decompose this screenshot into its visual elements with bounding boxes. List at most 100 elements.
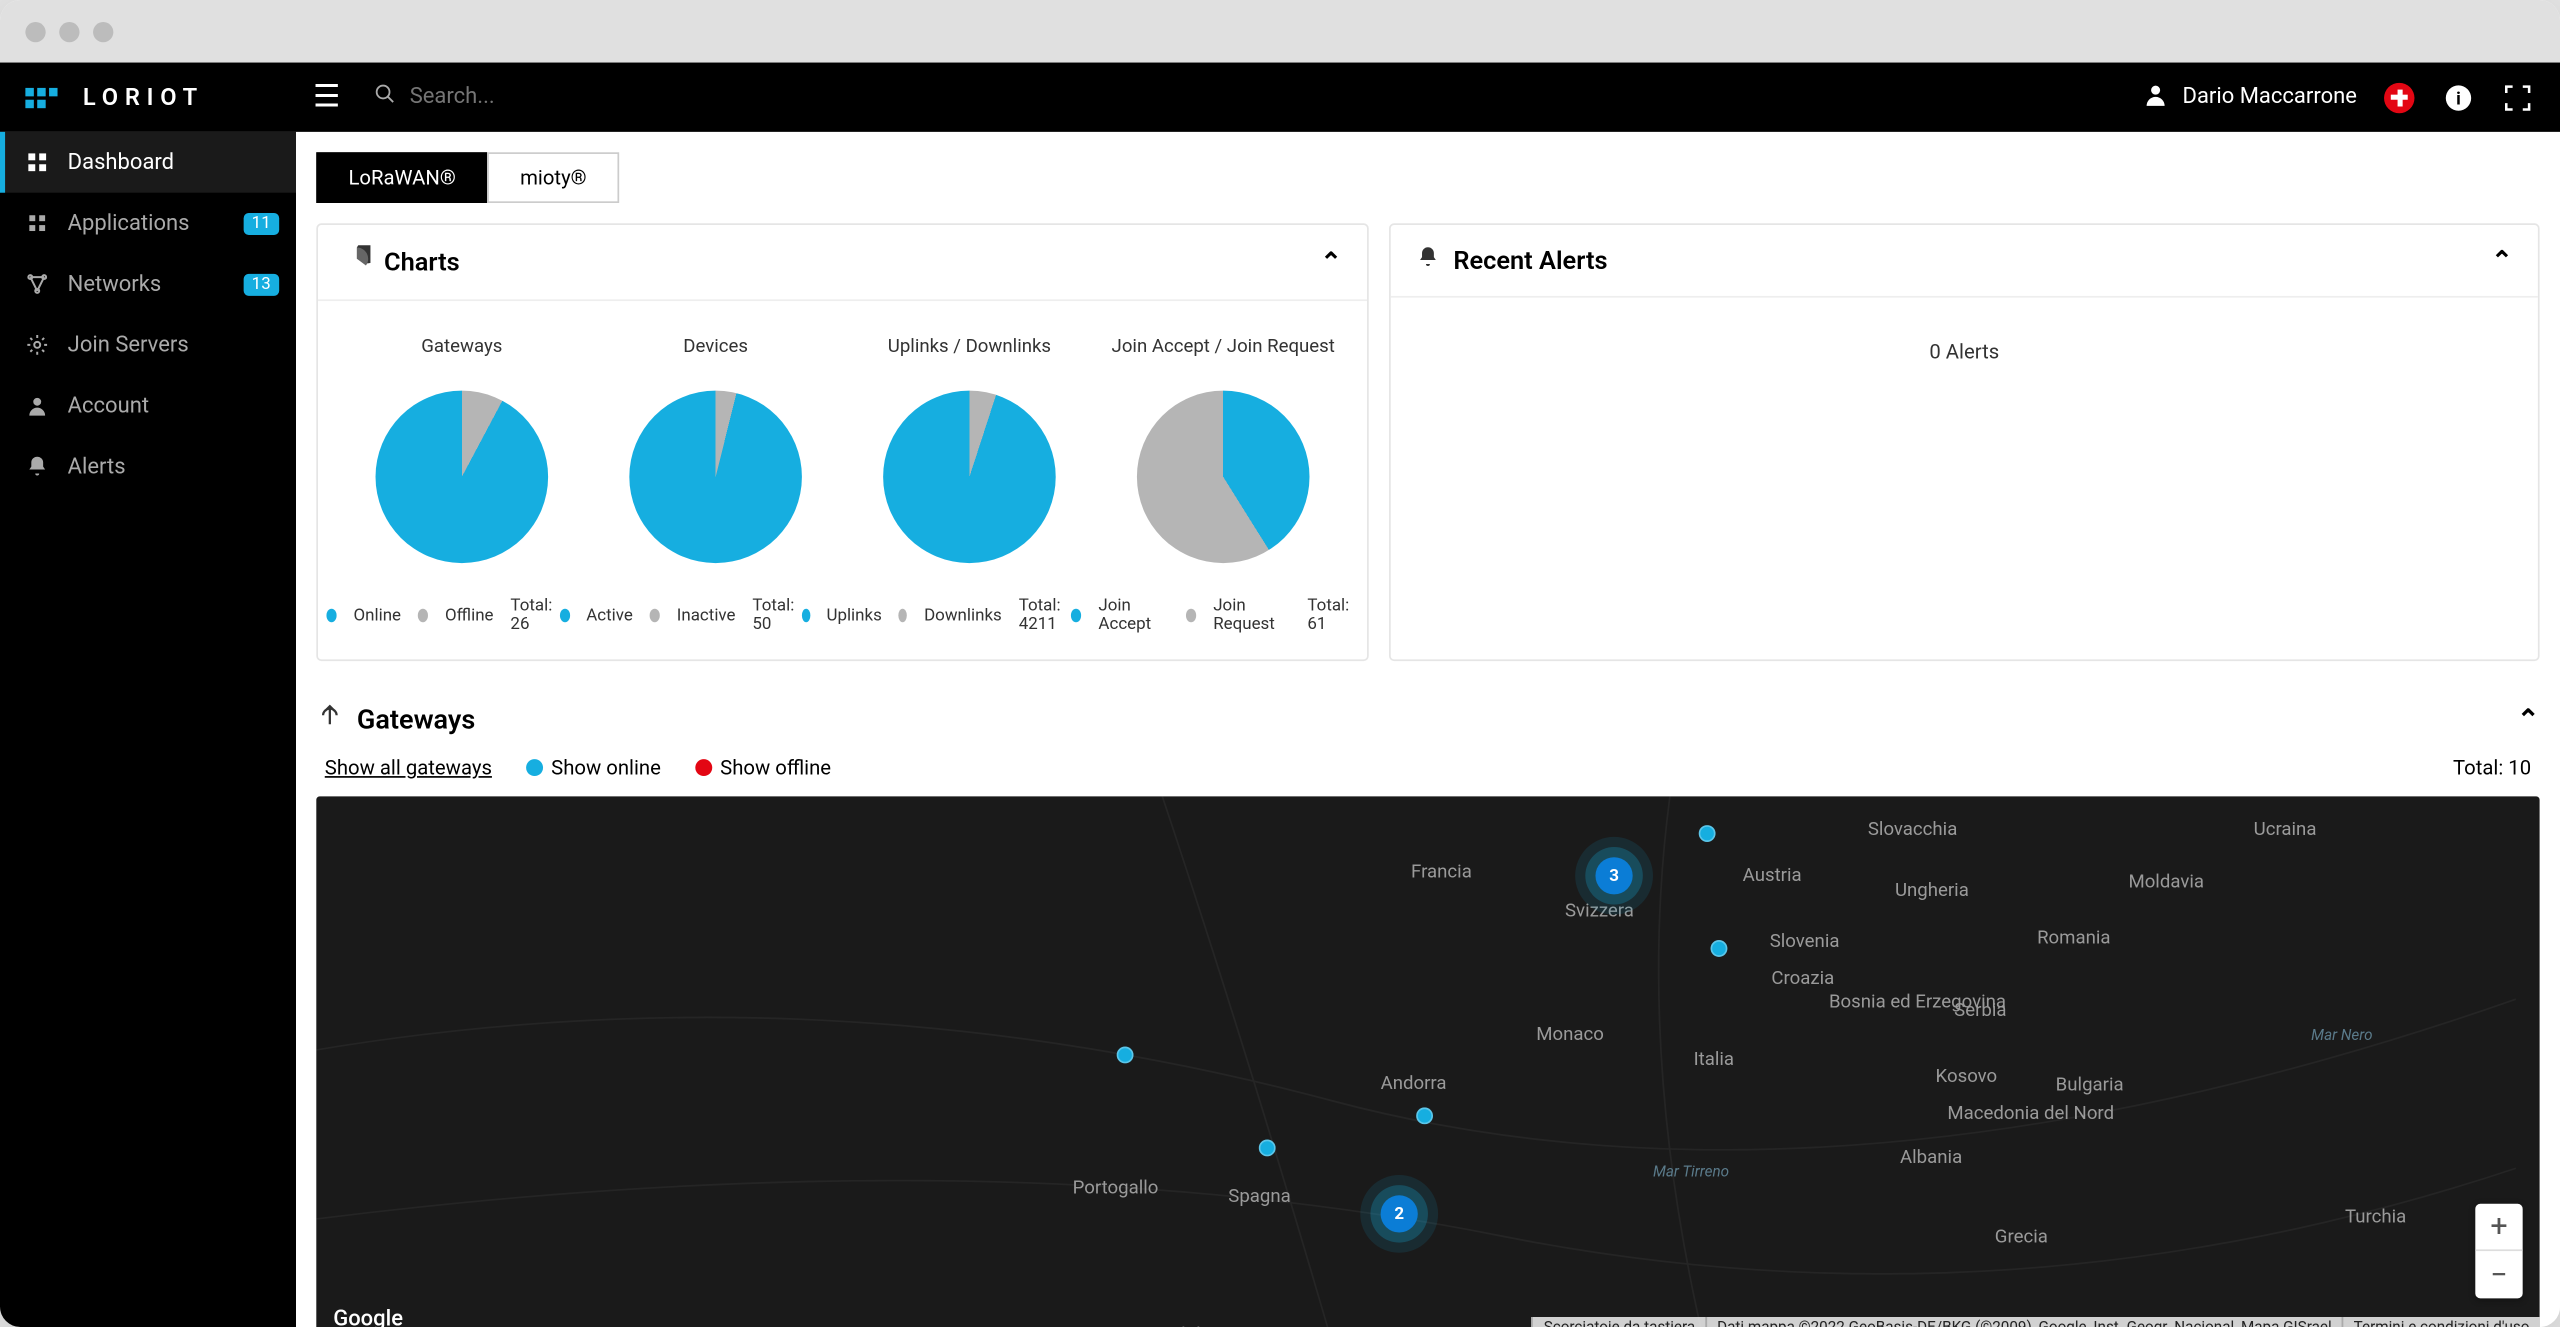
gateway-cluster[interactable]: 3 — [1596, 857, 1633, 894]
bell-icon — [24, 453, 51, 480]
chart-title: Devices — [589, 335, 843, 357]
panel-title: Charts — [384, 247, 460, 277]
sidebar-item-label: Alerts — [68, 454, 126, 479]
zoom-in-button[interactable]: + — [2475, 1204, 2522, 1251]
sidebar-item-label: Applications — [68, 210, 190, 235]
country-label: Bosnia ed Erzegovina — [1829, 991, 1947, 1013]
country-label: Italia — [1694, 1048, 1734, 1070]
sidebar-item-applications[interactable]: Applications 11 — [0, 193, 296, 254]
country-label: Austria — [1743, 864, 1802, 886]
gateways-panel: Gateways ⌃ Show all gateways Show online… — [316, 681, 2539, 1327]
country-label: Andorra — [1381, 1072, 1447, 1094]
country-label: Bulgaria — [2056, 1073, 2124, 1095]
collapse-icon[interactable]: ⌃ — [1320, 247, 1341, 277]
collapse-icon[interactable]: ⌃ — [2491, 245, 2512, 275]
collapse-icon[interactable]: ⌃ — [2517, 702, 2540, 734]
user-name: Dario Maccarrone — [2183, 85, 2357, 110]
country-label: Svizzera — [1565, 899, 1634, 921]
traffic-close[interactable] — [25, 21, 45, 41]
gateway-marker[interactable] — [1259, 1139, 1276, 1156]
chart-title: Uplinks / Downlinks — [843, 335, 1097, 357]
country-label: Macedonia del Nord — [1947, 1102, 2065, 1124]
chart-title: Gateways — [335, 335, 589, 357]
gateway-marker[interactable] — [1117, 1046, 1134, 1063]
panel-title: Recent Alerts — [1453, 245, 1607, 275]
antenna-icon — [316, 702, 343, 736]
join-pie — [1137, 390, 1310, 562]
country-label: Ungheria — [1895, 879, 1969, 901]
main-content: LoRaWAN® mioty® Charts ⌃ Gateways — [296, 132, 2560, 1327]
menu-toggle-icon[interactable]: ☰ — [313, 79, 340, 114]
legend-devices: Active Inactive Total: 50 — [559, 597, 801, 634]
dashboard-icon — [24, 149, 51, 176]
titlebar — [0, 0, 2560, 63]
country-label: Slovacchia — [1868, 818, 1957, 840]
country-label: Monaco — [1536, 1023, 1604, 1045]
chart-title: Join Accept / Join Request — [1096, 335, 1350, 357]
badge: 11 — [243, 212, 279, 234]
networks-icon — [24, 270, 51, 297]
sidebar-item-alerts[interactable]: Alerts — [0, 436, 296, 497]
logo[interactable]: LORIOT — [25, 80, 296, 114]
traffic-max[interactable] — [93, 21, 113, 41]
sidebar-item-networks[interactable]: Networks 13 — [0, 254, 296, 315]
search-input[interactable] — [410, 85, 748, 110]
gateway-cluster[interactable]: 2 — [1381, 1195, 1418, 1232]
badge: 13 — [243, 273, 279, 295]
joinservers-icon — [24, 331, 51, 358]
legend-uplinks: Uplinks Downlinks Total: 4211 — [801, 597, 1071, 634]
flag-icon[interactable] — [2382, 80, 2416, 114]
sidebar-item-dashboard[interactable]: Dashboard — [0, 132, 296, 193]
piechart-icon — [343, 245, 370, 279]
show-online-filter[interactable]: Show online — [526, 756, 661, 780]
protocol-tabs: LoRaWAN® mioty® — [296, 132, 2560, 203]
sidebar-item-label: Dashboard — [68, 150, 174, 175]
sidebar-item-joinservers[interactable]: Join Servers — [0, 314, 296, 375]
zoom-control: + − — [2475, 1204, 2522, 1299]
search-area[interactable] — [374, 83, 748, 112]
country-label: Serbia — [1954, 999, 2006, 1021]
map-credit: Google — [333, 1307, 403, 1327]
sidebar-item-label: Join Servers — [68, 332, 189, 357]
info-icon[interactable]: i — [2442, 80, 2476, 114]
topbar: LORIOT ☰ Dario Maccarrone i — [0, 63, 2560, 132]
sidebar-item-label: Networks — [68, 271, 162, 296]
tab-lorawan[interactable]: LoRaWAN® — [316, 152, 488, 203]
gateway-marker[interactable] — [1711, 940, 1728, 957]
country-label: Moldavia — [2129, 871, 2205, 893]
country-label: Croazia — [1772, 967, 1835, 989]
country-label: Francia — [1411, 860, 1472, 882]
panel-title: Gateways — [357, 702, 475, 734]
tab-mioty[interactable]: mioty® — [488, 152, 619, 203]
country-label: Albania — [1900, 1146, 1962, 1168]
sidebar: Dashboard Applications 11 Networks 13 Jo… — [0, 132, 296, 1327]
sidebar-item-label: Account — [68, 393, 149, 418]
sidebar-item-account[interactable]: Account — [0, 375, 296, 436]
gateways-total: Total: 10 — [2453, 756, 2531, 780]
uplinks-pie — [883, 390, 1056, 562]
gateways-map[interactable]: Portogallo Spagna Gibilterra Andorra Fra… — [316, 796, 2539, 1327]
keyboard-shortcuts-link[interactable]: Scorciatoie da tastiera — [1532, 1317, 1705, 1327]
expand-icon[interactable] — [2501, 80, 2535, 114]
country-label: Kosovo — [1936, 1065, 1998, 1087]
alerts-panel: Recent Alerts ⌃ 0 Alerts — [1389, 223, 2540, 661]
gateway-marker[interactable] — [1699, 825, 1716, 842]
traffic-min[interactable] — [59, 21, 79, 41]
user-icon — [2142, 80, 2169, 114]
brand-text: LORIOT — [83, 84, 204, 111]
country-label: Slovenia — [1770, 930, 1840, 952]
show-all-link[interactable]: Show all gateways — [325, 756, 492, 780]
bell-icon — [1416, 245, 1440, 275]
search-icon — [374, 83, 396, 112]
map-terms-link[interactable]: Termini e condizioni d'uso — [2342, 1317, 2540, 1327]
show-offline-filter[interactable]: Show offline — [695, 756, 831, 780]
country-label: Grecia — [1995, 1226, 2048, 1248]
legend-join: Join Accept Join Request Total: 61 — [1071, 597, 1359, 634]
charts-panel: Charts ⌃ Gateways Devices Upl — [316, 223, 1368, 661]
user-menu[interactable]: Dario Maccarrone — [2142, 80, 2357, 114]
gateways-pie — [376, 390, 549, 562]
sea-label: Mar Nero — [2311, 1028, 2372, 1045]
zoom-out-button[interactable]: − — [2475, 1251, 2522, 1298]
sea-label: Mar Tirreno — [1653, 1165, 1729, 1182]
gateway-marker[interactable] — [1416, 1107, 1433, 1124]
